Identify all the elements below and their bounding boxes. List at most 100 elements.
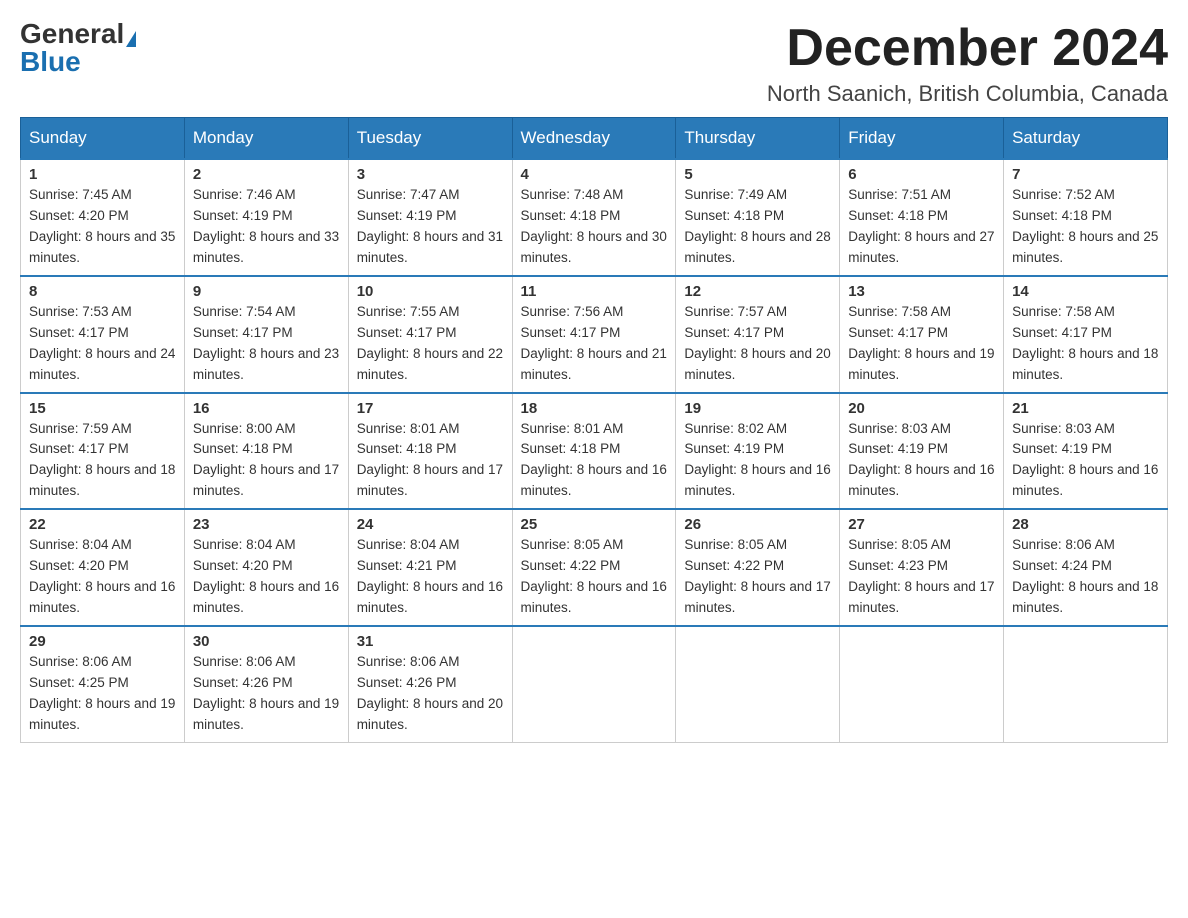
calendar-cell: 7 Sunrise: 7:52 AM Sunset: 4:18 PM Dayli… (1004, 159, 1168, 276)
header-tuesday: Tuesday (348, 118, 512, 160)
sunrise-label: Sunrise: 8:06 AM (357, 654, 460, 669)
sunrise-label: Sunrise: 7:54 AM (193, 304, 296, 319)
sunrise-label: Sunrise: 7:58 AM (848, 304, 951, 319)
calendar-cell (676, 626, 840, 742)
daylight-label: Daylight: 8 hours and 16 minutes. (29, 579, 175, 615)
sunset-label: Sunset: 4:18 PM (848, 208, 948, 223)
calendar-cell: 18 Sunrise: 8:01 AM Sunset: 4:18 PM Dayl… (512, 393, 676, 510)
day-info: Sunrise: 7:47 AM Sunset: 4:19 PM Dayligh… (357, 185, 504, 269)
logo-blue-text: Blue (20, 46, 81, 77)
daylight-label: Daylight: 8 hours and 30 minutes. (521, 229, 667, 265)
sunset-label: Sunset: 4:19 PM (684, 441, 784, 456)
daylight-label: Daylight: 8 hours and 16 minutes. (357, 579, 503, 615)
sunrise-label: Sunrise: 8:05 AM (684, 537, 787, 552)
day-info: Sunrise: 8:03 AM Sunset: 4:19 PM Dayligh… (1012, 419, 1159, 503)
daylight-label: Daylight: 8 hours and 16 minutes. (848, 462, 994, 498)
calendar-cell: 28 Sunrise: 8:06 AM Sunset: 4:24 PM Dayl… (1004, 509, 1168, 626)
logo-general-line: General (20, 20, 136, 48)
calendar-cell: 26 Sunrise: 8:05 AM Sunset: 4:22 PM Dayl… (676, 509, 840, 626)
calendar-cell: 5 Sunrise: 7:49 AM Sunset: 4:18 PM Dayli… (676, 159, 840, 276)
day-number: 10 (357, 283, 504, 300)
calendar-cell: 15 Sunrise: 7:59 AM Sunset: 4:17 PM Dayl… (21, 393, 185, 510)
sunset-label: Sunset: 4:17 PM (848, 325, 948, 340)
day-number: 13 (848, 283, 995, 300)
header-monday: Monday (184, 118, 348, 160)
day-info: Sunrise: 8:02 AM Sunset: 4:19 PM Dayligh… (684, 419, 831, 503)
day-number: 11 (521, 283, 668, 300)
sunset-label: Sunset: 4:26 PM (193, 675, 293, 690)
day-number: 23 (193, 516, 340, 533)
calendar-cell: 11 Sunrise: 7:56 AM Sunset: 4:17 PM Dayl… (512, 276, 676, 393)
day-number: 24 (357, 516, 504, 533)
calendar-cell: 1 Sunrise: 7:45 AM Sunset: 4:20 PM Dayli… (21, 159, 185, 276)
day-number: 20 (848, 400, 995, 417)
sunrise-label: Sunrise: 7:58 AM (1012, 304, 1115, 319)
sunset-label: Sunset: 4:26 PM (357, 675, 457, 690)
day-info: Sunrise: 8:04 AM Sunset: 4:20 PM Dayligh… (193, 535, 340, 619)
daylight-label: Daylight: 8 hours and 17 minutes. (193, 462, 339, 498)
header-saturday: Saturday (1004, 118, 1168, 160)
daylight-label: Daylight: 8 hours and 20 minutes. (684, 346, 830, 382)
day-info: Sunrise: 8:06 AM Sunset: 4:26 PM Dayligh… (193, 652, 340, 736)
day-number: 25 (521, 516, 668, 533)
logo-general-text: General (20, 18, 124, 49)
sunset-label: Sunset: 4:17 PM (521, 325, 621, 340)
daylight-label: Daylight: 8 hours and 25 minutes. (1012, 229, 1158, 265)
sunset-label: Sunset: 4:22 PM (521, 558, 621, 573)
header-thursday: Thursday (676, 118, 840, 160)
calendar-cell: 21 Sunrise: 8:03 AM Sunset: 4:19 PM Dayl… (1004, 393, 1168, 510)
sunset-label: Sunset: 4:17 PM (29, 325, 129, 340)
sunrise-label: Sunrise: 8:05 AM (521, 537, 624, 552)
sunset-label: Sunset: 4:24 PM (1012, 558, 1112, 573)
sunset-label: Sunset: 4:19 PM (1012, 441, 1112, 456)
calendar-cell: 22 Sunrise: 8:04 AM Sunset: 4:20 PM Dayl… (21, 509, 185, 626)
calendar-cell: 14 Sunrise: 7:58 AM Sunset: 4:17 PM Dayl… (1004, 276, 1168, 393)
sunrise-label: Sunrise: 8:06 AM (1012, 537, 1115, 552)
sunset-label: Sunset: 4:18 PM (521, 208, 621, 223)
calendar-cell: 6 Sunrise: 7:51 AM Sunset: 4:18 PM Dayli… (840, 159, 1004, 276)
sunrise-label: Sunrise: 8:03 AM (1012, 421, 1115, 436)
calendar-cell: 2 Sunrise: 7:46 AM Sunset: 4:19 PM Dayli… (184, 159, 348, 276)
daylight-label: Daylight: 8 hours and 35 minutes. (29, 229, 175, 265)
calendar-table: SundayMondayTuesdayWednesdayThursdayFrid… (20, 117, 1168, 742)
day-info: Sunrise: 7:58 AM Sunset: 4:17 PM Dayligh… (848, 302, 995, 386)
day-number: 5 (684, 166, 831, 183)
sunset-label: Sunset: 4:17 PM (29, 441, 129, 456)
day-number: 19 (684, 400, 831, 417)
sunset-label: Sunset: 4:25 PM (29, 675, 129, 690)
day-number: 18 (521, 400, 668, 417)
day-number: 15 (29, 400, 176, 417)
day-info: Sunrise: 8:03 AM Sunset: 4:19 PM Dayligh… (848, 419, 995, 503)
sunrise-label: Sunrise: 7:53 AM (29, 304, 132, 319)
header-friday: Friday (840, 118, 1004, 160)
daylight-label: Daylight: 8 hours and 16 minutes. (193, 579, 339, 615)
sunset-label: Sunset: 4:19 PM (357, 208, 457, 223)
daylight-label: Daylight: 8 hours and 19 minutes. (848, 346, 994, 382)
sunrise-label: Sunrise: 7:46 AM (193, 187, 296, 202)
calendar-cell (512, 626, 676, 742)
sunset-label: Sunset: 4:19 PM (193, 208, 293, 223)
daylight-label: Daylight: 8 hours and 17 minutes. (684, 579, 830, 615)
calendar-cell: 19 Sunrise: 8:02 AM Sunset: 4:19 PM Dayl… (676, 393, 840, 510)
daylight-label: Daylight: 8 hours and 20 minutes. (357, 696, 503, 732)
sunrise-label: Sunrise: 8:06 AM (29, 654, 132, 669)
daylight-label: Daylight: 8 hours and 18 minutes. (1012, 346, 1158, 382)
day-number: 3 (357, 166, 504, 183)
sunset-label: Sunset: 4:20 PM (29, 558, 129, 573)
daylight-label: Daylight: 8 hours and 31 minutes. (357, 229, 503, 265)
logo-triangle-icon (126, 31, 136, 47)
sunset-label: Sunset: 4:18 PM (521, 441, 621, 456)
month-title: December 2024 (767, 20, 1168, 77)
calendar-week-3: 15 Sunrise: 7:59 AM Sunset: 4:17 PM Dayl… (21, 393, 1168, 510)
day-info: Sunrise: 7:56 AM Sunset: 4:17 PM Dayligh… (521, 302, 668, 386)
sunset-label: Sunset: 4:19 PM (848, 441, 948, 456)
day-info: Sunrise: 7:54 AM Sunset: 4:17 PM Dayligh… (193, 302, 340, 386)
day-number: 1 (29, 166, 176, 183)
sunset-label: Sunset: 4:17 PM (684, 325, 784, 340)
day-info: Sunrise: 8:05 AM Sunset: 4:22 PM Dayligh… (521, 535, 668, 619)
day-info: Sunrise: 7:52 AM Sunset: 4:18 PM Dayligh… (1012, 185, 1159, 269)
daylight-label: Daylight: 8 hours and 17 minutes. (848, 579, 994, 615)
calendar-header-row: SundayMondayTuesdayWednesdayThursdayFrid… (21, 118, 1168, 160)
header-sunday: Sunday (21, 118, 185, 160)
calendar-week-4: 22 Sunrise: 8:04 AM Sunset: 4:20 PM Dayl… (21, 509, 1168, 626)
